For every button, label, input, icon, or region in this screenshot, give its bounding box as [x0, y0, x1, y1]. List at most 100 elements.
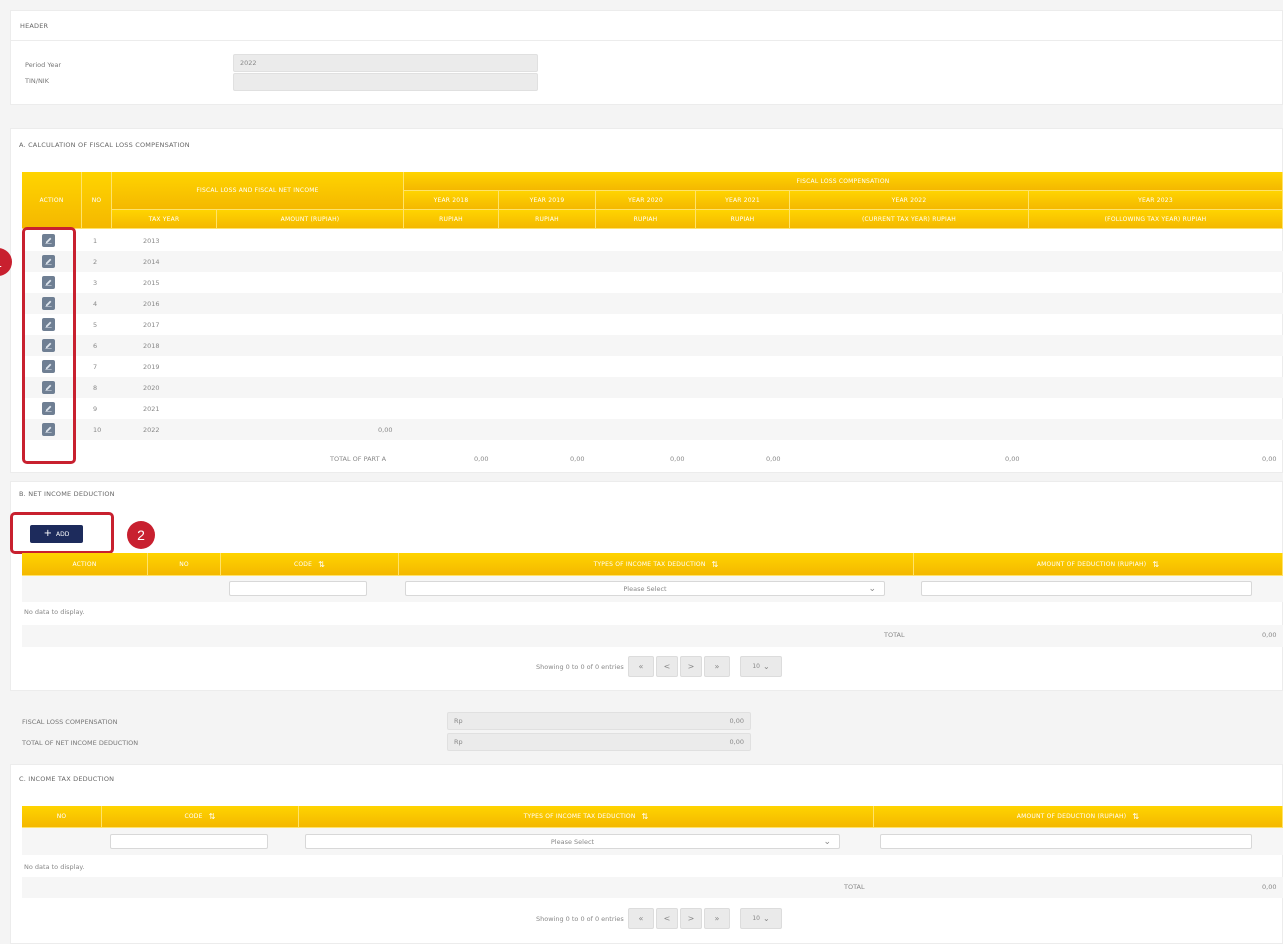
c-col-code[interactable]: CODE ⇅: [102, 806, 299, 828]
row-tax-year: 2016: [143, 300, 160, 308]
chevron-down-icon: ⌄: [823, 836, 831, 847]
b-col-code[interactable]: CODE ⇅: [221, 553, 399, 576]
c-amount-filter-input[interactable]: [880, 834, 1252, 849]
total-2021: 0,00: [766, 455, 781, 463]
tin-label: TIN/NIK: [25, 77, 49, 85]
b-total-value: 0,00: [1262, 631, 1277, 639]
chevron-down-icon: ⌄: [762, 662, 770, 671]
row-no: 3: [93, 279, 98, 287]
row-no: 1: [93, 237, 98, 245]
year-2021-header: YEAR 2021: [696, 191, 790, 210]
c-col-no: NO: [22, 806, 102, 828]
c-col-type-label: TYPES OF INCOME TAX DEDUCTION: [523, 813, 636, 820]
sub-header-2018: RUPIAH: [404, 210, 499, 229]
col-action-header: ACTION: [22, 172, 82, 229]
c-last-page-button[interactable]: »: [704, 908, 730, 929]
total-2019: 0,00: [570, 455, 585, 463]
b-col-code-label: CODE: [293, 560, 313, 568]
b-next-page-button[interactable]: >: [680, 656, 702, 677]
c-col-no-label: NO: [56, 813, 67, 820]
b-col-type[interactable]: TYPES OF INCOME TAX DEDUCTION ⇅: [399, 553, 914, 576]
b-code-filter-input[interactable]: [229, 581, 367, 596]
sort-icon[interactable]: ⇅: [642, 812, 649, 821]
row-no: 9: [93, 405, 98, 413]
b-page-size-value: 10: [752, 663, 760, 670]
c-type-filter-placeholder: Please Select: [550, 837, 595, 846]
row-no: 6: [93, 342, 98, 350]
table-row: [22, 335, 1283, 356]
table-row: [22, 377, 1283, 398]
c-col-type[interactable]: TYPES OF INCOME TAX DEDUCTION ⇅: [299, 806, 874, 828]
net-income-summary-value: 0,00: [729, 738, 744, 746]
c-next-page-button[interactable]: >: [680, 908, 702, 929]
row-no: 7: [93, 363, 98, 371]
sort-icon[interactable]: ⇅: [1132, 812, 1139, 821]
c-col-amount[interactable]: AMOUNT OF DEDUCTION (Rupiah) ⇅: [874, 806, 1283, 828]
c-total-row: [22, 877, 1283, 898]
year-2019-header: YEAR 2019: [499, 191, 596, 210]
c-pager-info: Showing 0 to 0 of 0 entries: [536, 915, 624, 923]
b-type-filter-select[interactable]: Please Select ⌄: [405, 581, 885, 596]
action-column-highlight: [22, 227, 76, 464]
table-row: [22, 356, 1283, 377]
c-type-filter-select[interactable]: Please Select ⌄: [305, 834, 840, 849]
b-page-size-select[interactable]: 10 ⌄: [740, 656, 782, 677]
row-tax-year: 2022: [143, 426, 160, 434]
net-income-currency: Rp: [454, 738, 463, 746]
section-a-title: A. CALCULATION OF FISCAL LOSS COMPENSATI…: [19, 141, 190, 149]
fiscal-loss-currency: Rp: [454, 717, 463, 725]
row-amount[interactable]: 0,00: [378, 426, 392, 434]
c-first-page-button[interactable]: «: [628, 908, 654, 929]
c-page-size-value: 10: [752, 915, 760, 922]
sort-icon[interactable]: ⇅: [712, 560, 719, 569]
b-col-no: NO: [148, 553, 221, 576]
header-panel-title: HEADER: [11, 11, 1282, 41]
c-no-data: No data to display.: [24, 863, 85, 871]
chevron-down-icon: ⌄: [868, 583, 876, 594]
row-no: 4: [93, 300, 98, 308]
row-no: 8: [93, 384, 98, 392]
b-amount-filter-input[interactable]: [921, 581, 1252, 596]
net-income-summary-field: Rp 0,00: [447, 733, 751, 751]
period-year-label: Period Year: [25, 61, 62, 69]
header-panel: HEADER Period Year 2022 TIN/NIK: [10, 10, 1283, 105]
b-total-label: TOTAL: [884, 631, 905, 639]
b-last-page-button[interactable]: »: [704, 656, 730, 677]
row-tax-year: 2017: [143, 321, 160, 329]
section-c-title: C. INCOME TAX DEDUCTION: [19, 775, 115, 783]
table-row: [22, 251, 1283, 272]
row-tax-year: 2021: [143, 405, 160, 413]
year-2022-header: YEAR 2022: [790, 191, 1029, 210]
table-row: [22, 398, 1283, 419]
callout-badge-2: 2: [127, 521, 155, 549]
row-tax-year: 2020: [143, 384, 160, 392]
b-col-amount[interactable]: AMOUNT OF DEDUCTION (Rupiah) ⇅: [914, 553, 1283, 576]
row-tax-year: 2019: [143, 363, 160, 371]
b-first-page-button[interactable]: «: [628, 656, 654, 677]
sort-icon[interactable]: ⇅: [1152, 560, 1159, 569]
c-col-amount-label: AMOUNT OF DEDUCTION (Rupiah): [1016, 813, 1127, 820]
fiscal-loss-summary-label: FISCAL LOSS COMPENSATION: [22, 718, 118, 726]
tin-field[interactable]: [233, 73, 538, 91]
sort-icon[interactable]: ⇅: [318, 560, 325, 569]
c-total-value: 0,00: [1262, 883, 1277, 891]
year-2020-header: YEAR 2020: [596, 191, 696, 210]
sort-icon[interactable]: ⇅: [209, 812, 216, 821]
c-code-filter-input[interactable]: [110, 834, 268, 849]
row-tax-year: 2018: [143, 342, 160, 350]
c-page-size-select[interactable]: 10 ⌄: [740, 908, 782, 929]
compensation-group-header: FISCAL LOSS COMPENSATION: [404, 172, 1283, 191]
c-prev-page-button[interactable]: <: [656, 908, 678, 929]
period-year-field[interactable]: 2022: [233, 54, 538, 72]
c-total-label: TOTAL: [844, 883, 865, 891]
period-year-value: 2022: [240, 59, 257, 67]
fiscal-loss-summary-value: 0,00: [729, 717, 744, 725]
b-prev-page-button[interactable]: <: [656, 656, 678, 677]
c-col-code-label: CODE: [184, 813, 203, 820]
sub-header-2019: RUPIAH: [499, 210, 596, 229]
year-2018-header: YEAR 2018: [404, 191, 499, 210]
tax-year-header: TAX YEAR: [112, 210, 217, 229]
fiscal-loss-summary-field: Rp 0,00: [447, 712, 751, 730]
b-pager-info: Showing 0 to 0 of 0 entries: [536, 663, 624, 671]
fiscal-loss-group-header: FISCAL LOSS AND FISCAL NET INCOME: [112, 172, 404, 210]
